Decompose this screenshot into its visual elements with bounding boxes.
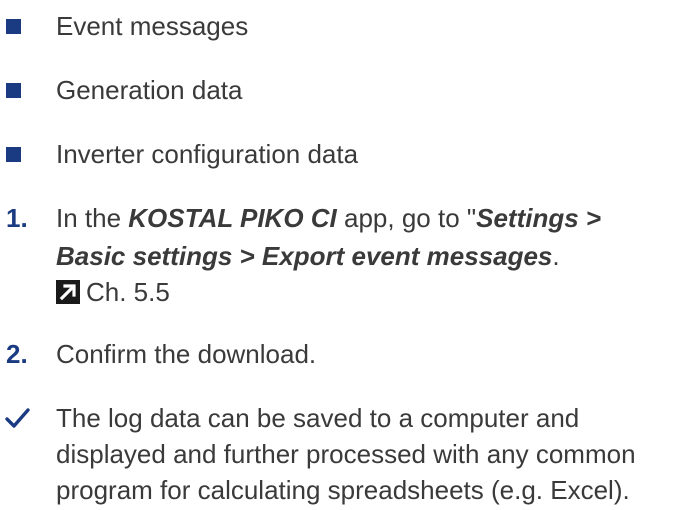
step-text-line: In the KOSTAL PIKO CI app, go to "Settin… (56, 198, 601, 238)
square-bullet-icon (6, 147, 21, 162)
bullet-item: Event messages (0, 6, 694, 46)
result-text-line: displayed and further processed with any… (56, 439, 636, 469)
step-text: Confirm the download. (56, 339, 317, 369)
step-number: 1. (6, 203, 28, 233)
cross-reference[interactable]: Ch. 5.5 (56, 272, 170, 312)
step-text: . (552, 241, 560, 271)
step-text-line: Basic settings > Export event messages. (56, 236, 560, 276)
bullet-text: Generation data (56, 75, 243, 105)
square-bullet-icon (6, 19, 21, 34)
checkmark-icon (5, 408, 30, 428)
document-page: Event messages Generation data Inverter … (0, 0, 694, 505)
result-text-line: The log data can be saved to a computer … (56, 403, 580, 433)
result-text-line: program for calculating spreadsheets (e.… (56, 475, 630, 505)
bullet-text: Inverter configuration data (56, 139, 359, 169)
square-bullet-icon (6, 83, 21, 98)
step-text: app, go to " (336, 203, 477, 233)
step-number: 2. (6, 339, 28, 369)
step-text: In the (56, 203, 129, 233)
bullet-item: Generation data (0, 70, 694, 110)
result-item: The log data can be saved to a computer … (0, 398, 694, 508)
cross-reference-text: Ch. 5.5 (86, 277, 170, 307)
menu-path: Settings > (476, 203, 602, 233)
menu-path: Basic settings > Export event messages (56, 241, 553, 271)
cross-reference-arrow-icon (56, 280, 80, 304)
bullet-item: Inverter configuration data (0, 134, 694, 174)
bullet-text: Event messages (56, 11, 249, 41)
app-name: KOSTAL PIKO CI (128, 203, 337, 233)
